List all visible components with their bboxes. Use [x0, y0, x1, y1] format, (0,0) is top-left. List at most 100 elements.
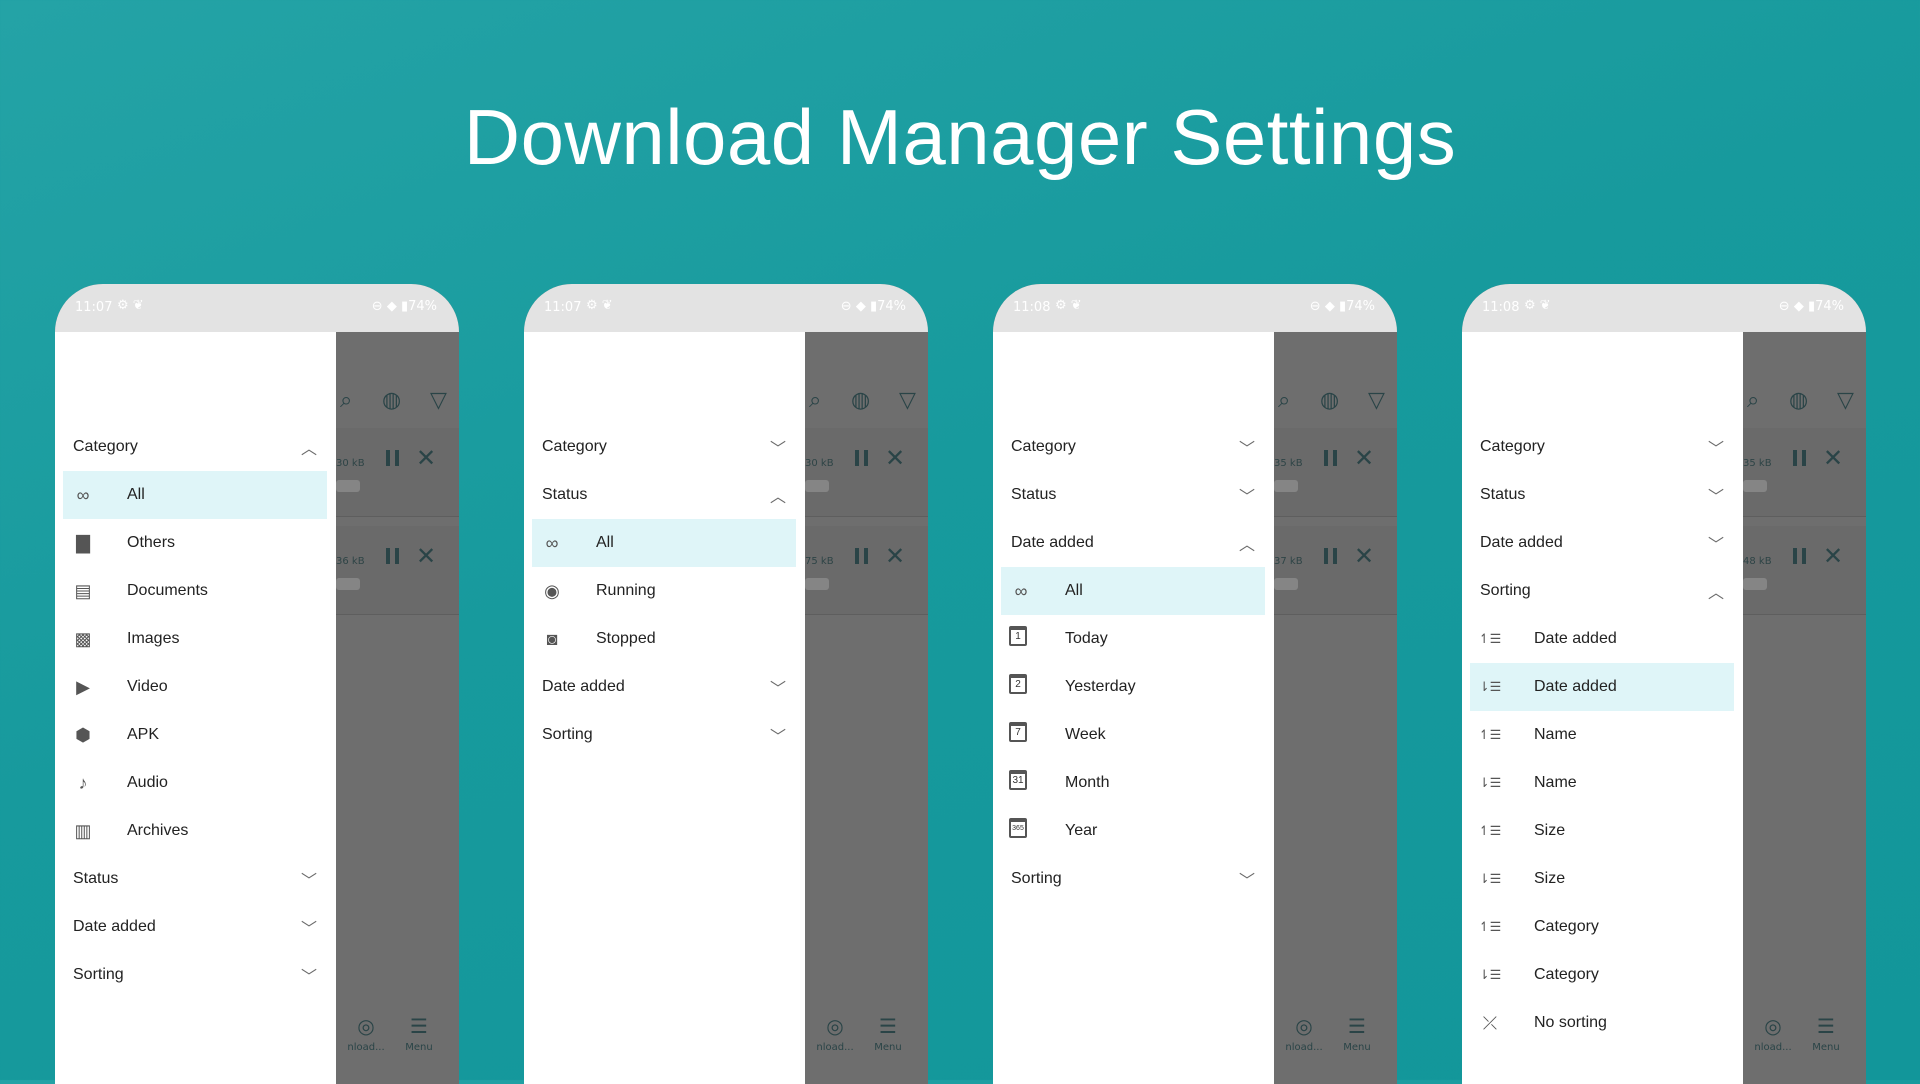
chevron-down-icon: ﹀	[769, 681, 786, 698]
globe-icon[interactable]: ◍	[1789, 388, 1808, 413]
download-card[interactable]: 35 kB ✕	[1274, 428, 1397, 517]
nav-downloads[interactable]: ◎ nload...	[805, 1014, 865, 1053]
progress-bar	[805, 578, 829, 590]
menu-item-category[interactable]: ↿☰ Category	[1470, 903, 1734, 951]
filter-icon[interactable]: ▽	[1837, 388, 1854, 413]
search-icon[interactable]: ⌕	[1278, 388, 1290, 413]
menu-item-category[interactable]: ⇂☰ Category	[1470, 951, 1734, 999]
pause-icon[interactable]	[1793, 548, 1807, 564]
nav-menu[interactable]: ☰ Menu	[1327, 1014, 1387, 1053]
menu-item-audio[interactable]: ♪ Audio	[63, 759, 327, 807]
globe-icon[interactable]: ◍	[382, 388, 401, 413]
bottom-nav: ◎ nload... ☰ Menu	[805, 1014, 928, 1084]
cancel-icon[interactable]: ✕	[885, 542, 905, 570]
section-header-date-added[interactable]: Date added ︿	[1001, 519, 1265, 567]
download-card[interactable]: 75 kB ✕	[805, 526, 928, 615]
menu-item-no-sorting[interactable]: ⤫ No sorting	[1470, 999, 1734, 1047]
globe-icon[interactable]: ◍	[1320, 388, 1339, 413]
menu-item-others[interactable]: ▇ Others	[63, 519, 327, 567]
menu-item-year[interactable]: 365 Year	[1001, 807, 1265, 855]
section-header-category[interactable]: Category ﹀	[1470, 423, 1734, 471]
pause-icon[interactable]	[1793, 450, 1807, 466]
download-card[interactable]: 30 kB ✕	[805, 428, 928, 517]
download-card[interactable]: 36 kB ✕	[336, 526, 459, 615]
menu-item-date-added[interactable]: ↿☰ Date added	[1470, 615, 1734, 663]
menu-item-week[interactable]: 7 Week	[1001, 711, 1265, 759]
menu-item-archives[interactable]: ▥ Archives	[63, 807, 327, 855]
filter-icon[interactable]: ▽	[1368, 388, 1385, 413]
menu-item-yesterday[interactable]: 2 Yesterday	[1001, 663, 1265, 711]
filter-icon[interactable]: ▽	[899, 388, 916, 413]
menu-item-date-added[interactable]: ⇂☰ Date added	[1470, 663, 1734, 711]
app-toolbar: ⌕ ◍ ▽	[336, 388, 459, 422]
menu-item-stopped[interactable]: ◙ Stopped	[532, 615, 796, 663]
section-header-date-added[interactable]: Date added ﹀	[1470, 519, 1734, 567]
menu-item-images[interactable]: ▩ Images	[63, 615, 327, 663]
nav-downloads[interactable]: ◎ nload...	[1274, 1014, 1334, 1053]
cancel-icon[interactable]: ✕	[416, 444, 436, 472]
nav-downloads[interactable]: ◎ nload...	[336, 1014, 396, 1053]
menu-item-running[interactable]: ◉ Running	[532, 567, 796, 615]
menu-item-all[interactable]: ∞ All	[532, 519, 796, 567]
search-icon[interactable]: ⌕	[809, 388, 821, 413]
nav-downloads[interactable]: ◎ nload...	[1743, 1014, 1803, 1053]
cancel-icon[interactable]: ✕	[1354, 542, 1374, 570]
cancel-icon[interactable]: ✕	[416, 542, 436, 570]
section-header-sorting[interactable]: Sorting ︿	[1470, 567, 1734, 615]
menu-item-all[interactable]: ∞ All	[1001, 567, 1265, 615]
cancel-icon[interactable]: ✕	[885, 444, 905, 472]
section-header-sorting[interactable]: Sorting ﹀	[1001, 855, 1265, 903]
cancel-icon[interactable]: ✕	[1354, 444, 1374, 472]
progress-bar	[1743, 578, 1767, 590]
status-time: 11:07	[544, 300, 582, 315]
menu-item-video[interactable]: ▶ Video	[63, 663, 327, 711]
menu-item-documents[interactable]: ▤ Documents	[63, 567, 327, 615]
cancel-icon[interactable]: ✕	[1823, 542, 1843, 570]
menu-item-name[interactable]: ⇂☰ Name	[1470, 759, 1734, 807]
pause-icon[interactable]	[386, 450, 400, 466]
filter-icon[interactable]: ▽	[430, 388, 447, 413]
nav-menu[interactable]: ☰ Menu	[1796, 1014, 1856, 1053]
menu-item-name[interactable]: ↿☰ Name	[1470, 711, 1734, 759]
download-card[interactable]: 35 kB ✕	[1743, 428, 1866, 517]
calendar-icon: 7	[1009, 722, 1027, 742]
progress-bar	[336, 480, 360, 492]
section-header-category[interactable]: Category ︿	[63, 423, 327, 471]
menu-item-today[interactable]: 1 Today	[1001, 615, 1265, 663]
pause-icon[interactable]	[855, 548, 869, 564]
nav-menu[interactable]: ☰ Menu	[858, 1014, 918, 1053]
chevron-down-icon: ﹀	[769, 441, 786, 458]
section-header-status[interactable]: Status ﹀	[63, 855, 327, 903]
search-icon[interactable]: ⌕	[340, 388, 352, 413]
section-header-status[interactable]: Status ﹀	[1001, 471, 1265, 519]
nav-menu[interactable]: ☰ Menu	[389, 1014, 449, 1053]
pause-icon[interactable]	[1324, 548, 1338, 564]
globe-icon[interactable]: ◍	[851, 388, 870, 413]
nav-label: Menu	[1812, 1042, 1840, 1053]
section-header-category[interactable]: Category ﹀	[532, 423, 796, 471]
section-header-date-added[interactable]: Date added ﹀	[63, 903, 327, 951]
section-header-status[interactable]: Status ﹀	[1470, 471, 1734, 519]
status-time: 11:08	[1482, 300, 1520, 315]
section-header-status[interactable]: Status ︿	[532, 471, 796, 519]
section-header-sorting[interactable]: Sorting ﹀	[532, 711, 796, 759]
menu-item-size[interactable]: ↿☰ Size	[1470, 807, 1734, 855]
section-header-sorting[interactable]: Sorting ﹀	[63, 951, 327, 999]
menu-item-month[interactable]: 31 Month	[1001, 759, 1265, 807]
pause-icon[interactable]	[855, 450, 869, 466]
search-icon[interactable]: ⌕	[1747, 388, 1759, 413]
pause-icon[interactable]	[1324, 450, 1338, 466]
menu-item-all[interactable]: ∞ All	[63, 471, 327, 519]
menu-item-apk[interactable]: ⬢ APK	[63, 711, 327, 759]
download-card[interactable]: 48 kB ✕	[1743, 526, 1866, 615]
section-header-date-added[interactable]: Date added ﹀	[532, 663, 796, 711]
no-sorting-icon: ⤫	[1482, 1013, 1498, 1033]
download-card[interactable]: 30 kB ✕	[336, 428, 459, 517]
cancel-icon[interactable]: ✕	[1823, 444, 1843, 472]
battery-status: ⊖ ◆ ▮74%	[1309, 299, 1375, 314]
section-header-category[interactable]: Category ﹀	[1001, 423, 1265, 471]
pause-icon[interactable]	[386, 548, 400, 564]
menu-item-label: Size	[1534, 822, 1566, 839]
menu-item-size[interactable]: ⇂☰ Size	[1470, 855, 1734, 903]
download-card[interactable]: 37 kB ✕	[1274, 526, 1397, 615]
